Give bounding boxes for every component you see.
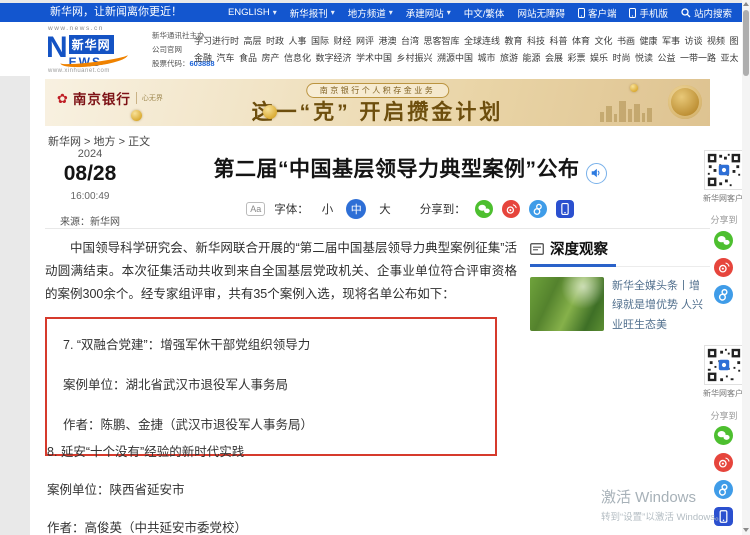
watermark-line2: 转到“设置”以激活 Windows。 [601, 512, 725, 523]
article-date: 08/28 [63, 162, 117, 185]
gold-coin-icon [630, 84, 638, 92]
case8-title: 8. 延安“十个没有”经验的新时代实践 [47, 445, 245, 459]
chevron-down-icon: ▾ [388, 8, 393, 17]
chevron-down-icon: ▾ [272, 8, 277, 17]
article-intro: 中国领导科学研究会、新华网联合开展的“第二届中国基层领导力典型案例征集”活动圆满… [45, 241, 517, 302]
sidebar-deep-observation: 深度观察 新华全媒头条丨增绿就是增优势 人兴业旺生态美 [530, 238, 710, 335]
read-aloud-button[interactable] [585, 163, 607, 184]
qr-block-2: 新华网客户端 [703, 345, 745, 399]
gold-coin-icon [263, 105, 277, 119]
case8-unit: 案例单位：陕西省延安市 [47, 483, 185, 497]
ad-banner[interactable]: ✿ 南京银行 心无界 南京银行个人积存金业务 这一“克” 开启攒金计划 [45, 79, 710, 126]
site-slogan: 新华网，让新闻离你更近！ [50, 6, 182, 18]
top-link-client-app[interactable]: 客户端 [577, 6, 616, 20]
case7-title: 7. “双融合党建”：增强军休干部党组织领导力 [63, 338, 311, 352]
top-link-site-search[interactable]: 站内搜索 [681, 6, 732, 20]
masthead: www.news.cn N 新华网 EWS www.xinhuanet.com … [0, 22, 742, 76]
sidebar-article-item[interactable]: 新华全媒头条丨增绿就是增优势 人兴业旺生态美 [530, 277, 710, 335]
weibo-share-button[interactable] [501, 200, 520, 218]
page: 新华网，让新闻离你更近！ ENGLISH ▾ 新华报刊 ▾ 地方频道 ▾ 承建网站 ▾ … [0, 0, 750, 535]
article-year: 2024 [77, 148, 103, 160]
qr-caption: 新华网客户端 [703, 194, 745, 203]
page-title: 第二届“中国基层领导力典型案例”公布 [150, 153, 670, 184]
main-nav-row-1[interactable]: 学习进行时 高层 时政 人事 国际 财经 网评 港澳 台湾 思客智库 全球连线 … [194, 34, 739, 47]
top-link-accessibility[interactable]: 网站无障碍 [517, 6, 565, 20]
case8-block: 8. 延安“十个没有”经验的新时代实践 案例单位：陕西省延安市 作者：高俊英（中… [47, 441, 499, 535]
sidebar-section-title: 深度观察 [550, 242, 608, 258]
article-time: 16:00:49 [70, 191, 110, 202]
gold-emblem-icon [668, 85, 702, 119]
sidebar-article-thumbnail[interactable] [530, 277, 604, 331]
chevron-down-icon: ▾ [330, 8, 335, 17]
qr-code-image [704, 150, 744, 190]
weibo-share-button[interactable] [714, 258, 733, 277]
scroll-down-arrow[interactable] [743, 528, 749, 532]
share-label: 分享到： [419, 204, 466, 216]
windows-activation-watermark: 激活 Windows 转到“设置”以激活 Windows。 [601, 486, 725, 523]
sidebar-section-header: 深度观察 [530, 238, 710, 267]
wechat-share-button[interactable] [714, 426, 733, 445]
phone-icon [577, 7, 585, 18]
speaker-icon [591, 168, 600, 178]
city-skyline-graphic [600, 101, 652, 122]
date-block: 2024 08/28 16:00:49 来源：新华网 [42, 148, 138, 228]
main-nav-row-2[interactable]: 金融 汽车 食品 房产 信息化 数字经济 学术中国 乡村振兴 溯源中国 城市 旅… [194, 51, 739, 64]
article-controls: Aa 字体： 小 中 大 分享到： [150, 199, 670, 219]
weibo-share-button[interactable] [714, 453, 733, 472]
breadcrumb[interactable]: 新华网 > 地方 > 正文 [48, 133, 150, 149]
search-icon [681, 7, 691, 17]
qr-code-image [704, 345, 744, 385]
case7-unit: 案例单位：湖北省武汉市退役军人事务局 [63, 378, 289, 392]
case8-author: 作者：高俊英（中共延安市委党校） [47, 521, 248, 535]
gold-coin-icon [131, 110, 142, 121]
qr-block-1: 新华网客户端 [703, 150, 745, 204]
top-link-local-channels[interactable]: 地方频道 ▾ [348, 6, 393, 20]
qq-share-button[interactable] [528, 200, 547, 218]
top-link-traditional-chinese[interactable]: 中文/繁体 [464, 6, 505, 20]
bank-name: 南京银行 [72, 92, 131, 107]
bank-flower-icon: ✿ [57, 90, 68, 106]
scrollbar-thumb[interactable] [743, 10, 749, 76]
watermark-line1: 激活 Windows [601, 489, 697, 506]
qq-share-button[interactable] [714, 285, 733, 304]
top-bar-links: ENGLISH ▾ 新华报刊 ▾ 地方频道 ▾ 承建网站 ▾ 中文/繁体 网站无障碍 客… [228, 3, 732, 22]
wechat-share-button[interactable] [474, 200, 493, 218]
phone-icon [629, 7, 637, 18]
site-url-bottom: www.xinhuanet.com [48, 68, 110, 74]
divider [45, 228, 710, 229]
top-link-built-sites[interactable]: 承建网站 ▾ [406, 6, 451, 20]
top-bar: 新华网，让新闻离你更近！ ENGLISH ▾ 新华报刊 ▾ 地方频道 ▾ 承建网站 ▾ … [0, 3, 742, 22]
float-share-label: 分享到 [710, 215, 738, 225]
top-link-english[interactable]: ENGLISH ▾ [228, 7, 277, 18]
banner-headline: 这一“克” 开启攒金计划 [251, 101, 504, 124]
font-size-large-button[interactable]: 大 [375, 201, 395, 217]
app-share-button[interactable] [555, 200, 574, 218]
accent-underline [530, 264, 616, 267]
top-link-mobile-version[interactable]: 手机版 [629, 6, 668, 20]
wechat-share-button[interactable] [714, 231, 733, 250]
font-size-medium-button[interactable]: 中 [346, 199, 367, 219]
highlight-red-box: 7. “双融合党建”：增强军休干部党组织领导力 案例单位：湖北省武汉市退役军人事… [45, 317, 497, 456]
scroll-up-arrow[interactable] [743, 2, 749, 6]
font-size-small-button[interactable]: 小 [318, 201, 338, 217]
font-size-icon: Aa [246, 202, 266, 216]
case7-author: 作者：陈鹏、金捷（武汉市退役军人事务局） [63, 418, 314, 432]
bank-tagline: 心无界 [141, 95, 163, 102]
divider [135, 92, 137, 104]
vertical-scrollbar[interactable] [742, 0, 750, 535]
font-size-label: 字体： [274, 204, 309, 216]
bank-logo: ✿ 南京银行 心无界 [57, 88, 163, 108]
newspaper-icon [530, 242, 544, 255]
article-source: 来源：新华网 [60, 217, 120, 228]
chevron-down-icon: ▾ [446, 8, 451, 17]
qr-caption: 新华网客户端 [703, 389, 745, 398]
top-link-papers[interactable]: 新华报刊 ▾ [290, 6, 335, 20]
float-share-label: 分享到 [710, 411, 738, 421]
sidebar-article-headline[interactable]: 新华全媒头条丨增绿就是增优势 人兴业旺生态美 [612, 277, 710, 335]
